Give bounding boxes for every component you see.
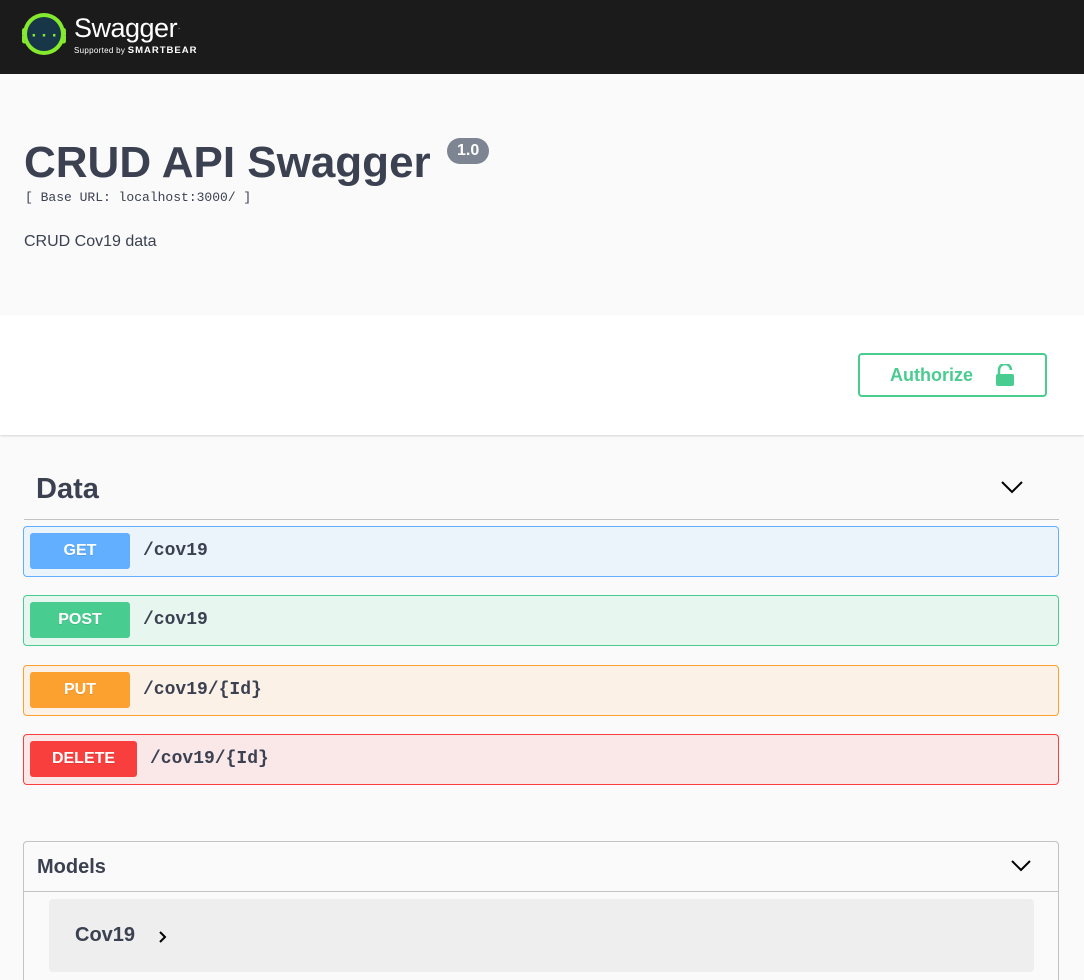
unlocked-icon bbox=[996, 364, 1014, 386]
chevron-right-icon[interactable] bbox=[157, 930, 169, 944]
operation-path: /cov19 bbox=[143, 610, 208, 630]
operation-post-cov19[interactable]: POST /cov19 bbox=[23, 595, 1059, 646]
chevron-down-icon[interactable] bbox=[1000, 478, 1024, 496]
operation-path: /cov19/{Id} bbox=[143, 680, 262, 700]
logo-text: Swagger. Supported by SMARTBEAR bbox=[74, 13, 197, 56]
operation-path: /cov19 bbox=[143, 541, 208, 561]
method-badge-post: POST bbox=[30, 602, 130, 638]
method-badge-put: PUT bbox=[30, 672, 130, 708]
operation-path: /cov19/{Id} bbox=[150, 749, 269, 769]
api-title: CRUD API Swagger bbox=[24, 138, 431, 187]
operation-get-cov19[interactable]: GET /cov19 bbox=[23, 526, 1059, 577]
version-badge: 1.0 bbox=[447, 138, 490, 164]
chevron-down-icon[interactable] bbox=[1010, 858, 1032, 874]
topbar: {···} Swagger. Supported by SMARTBEAR bbox=[0, 0, 1084, 74]
svg-text:{···}: {···} bbox=[22, 27, 66, 46]
model-name: Cov19 bbox=[75, 924, 136, 946]
tag-name: Data bbox=[36, 473, 99, 505]
models-header[interactable]: Models bbox=[24, 842, 1058, 892]
method-badge-get: GET bbox=[30, 533, 130, 569]
models-section: Models Cov19 bbox=[23, 841, 1059, 980]
operation-delete-cov19-id[interactable]: DELETE /cov19/{Id} bbox=[23, 734, 1059, 785]
models-title: Models bbox=[37, 856, 106, 878]
tag-header-data[interactable]: Data bbox=[24, 462, 1059, 520]
base-url: [ Base URL: localhost:3000/ ] bbox=[25, 190, 252, 205]
authorize-label: Authorize bbox=[890, 364, 973, 385]
method-badge-delete: DELETE bbox=[30, 741, 137, 777]
swagger-logo-icon: {···} bbox=[22, 13, 66, 55]
operation-put-cov19-id[interactable]: PUT /cov19/{Id} bbox=[23, 665, 1059, 716]
authorize-button[interactable]: Authorize bbox=[858, 353, 1047, 397]
model-item-cov19[interactable]: Cov19 bbox=[49, 899, 1034, 972]
api-description: CRUD Cov19 data bbox=[24, 233, 157, 250]
logo-subtitle: Supported by SMARTBEAR bbox=[74, 44, 198, 56]
logo-title: Swagger. bbox=[74, 12, 180, 43]
swagger-logo[interactable]: {···} Swagger. Supported by SMARTBEAR bbox=[22, 12, 197, 56]
